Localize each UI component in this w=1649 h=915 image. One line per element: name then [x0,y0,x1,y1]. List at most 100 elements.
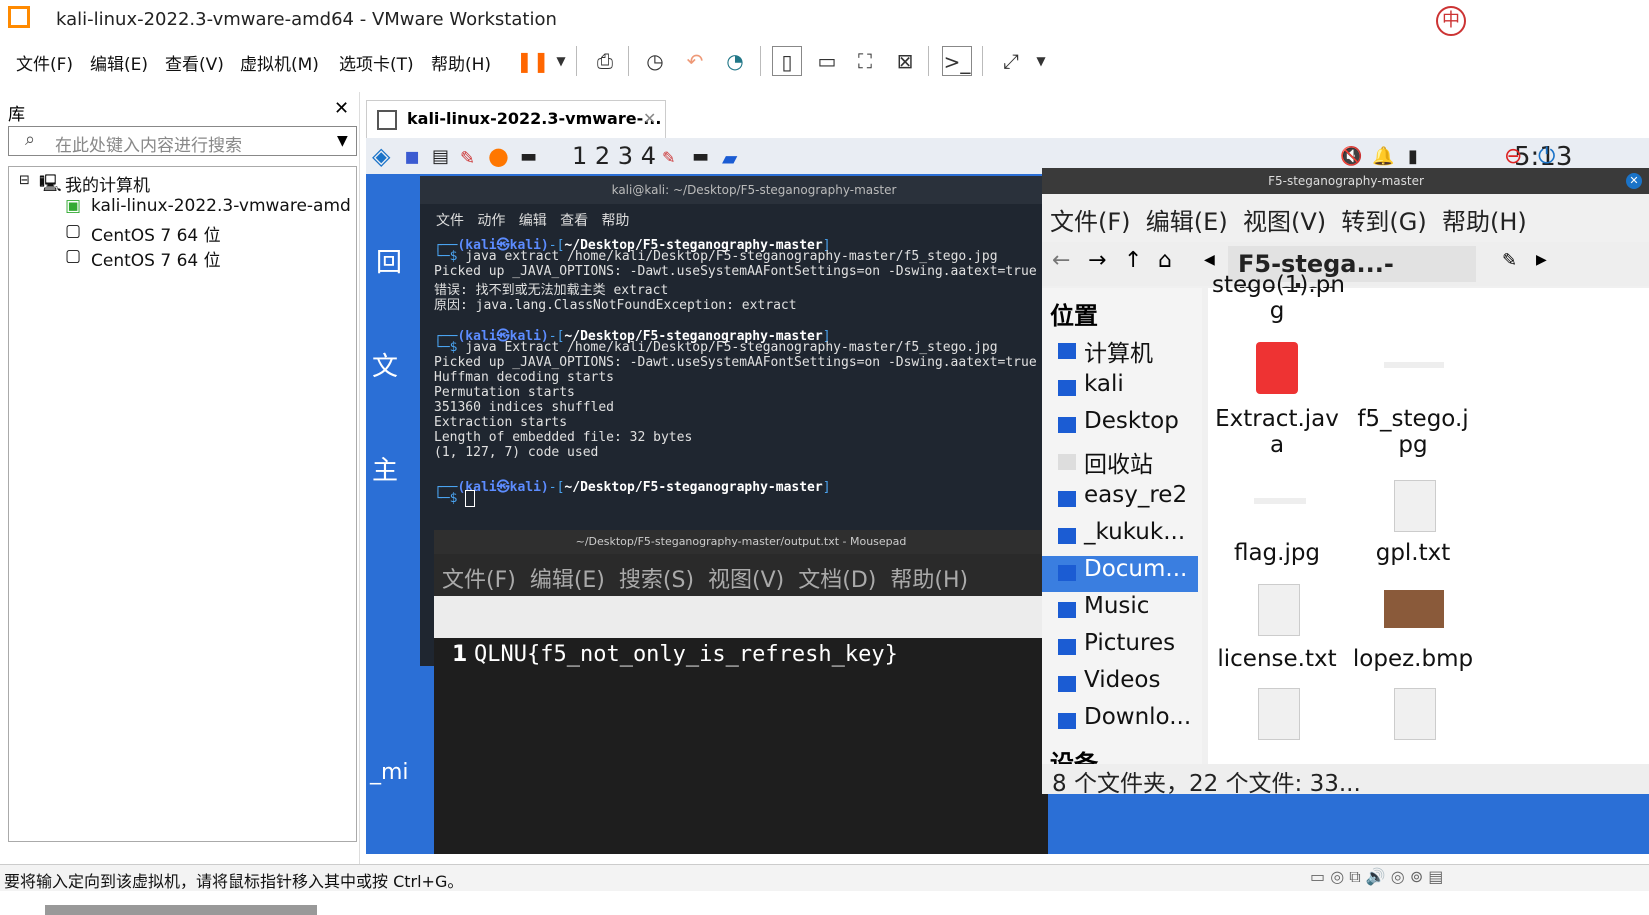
place-videos[interactable]: Videos [1042,667,1198,703]
chevron-right-icon[interactable]: ▶ [1536,252,1547,268]
chevron-down-icon[interactable]: ▼ [546,46,576,76]
revert-snapshot-icon[interactable]: ↶ [680,46,710,76]
image-thumbnail-icon[interactable] [1384,590,1444,628]
mousepad-menu-item[interactable]: 文件(F) [442,568,516,593]
text-file-icon[interactable] [1258,584,1300,636]
fm-menu-item[interactable]: 编辑(E) [1146,208,1228,236]
mousepad-menu-item[interactable]: 搜索(S) [619,568,694,593]
edit-path-icon[interactable]: ✎ [1502,250,1517,271]
mousepad-task-icon[interactable]: ✎ [662,148,675,167]
place-easy-re2[interactable]: easy_re2 [1042,482,1198,518]
forward-icon[interactable]: → [1088,248,1106,273]
close-icon[interactable]: ✕ [643,109,656,128]
guest-screen[interactable]: ◈ ▪ ▤ ✎ ● ▬ 1 2 3 4 ✎ ▬ ▰ 🔇 🔔 ▮ 5:13 ⊖ ⏻… [366,138,1649,854]
text-file-icon[interactable] [1394,688,1436,740]
tree-item-centos-1[interactable]: CentOS 7 64 位 [91,221,221,246]
home-icon[interactable]: ⌂ [1158,248,1172,273]
menu-vm[interactable]: 虚拟机(M) [240,50,319,75]
folder-task-icon[interactable]: ▰ [722,146,737,170]
file-item[interactable]: Extract.jav a [1212,406,1342,458]
ime-icon[interactable]: 中 [1436,6,1466,36]
bell-icon[interactable]: 🔔 [1372,146,1394,167]
menu-view[interactable]: 查看(V) [165,50,224,75]
place-documents[interactable]: Docum... [1042,556,1198,592]
close-icon[interactable]: ✕ [1626,173,1642,189]
image-thumbnail-icon[interactable] [1254,498,1306,504]
menu-file[interactable]: 文件(F) [16,50,73,75]
chevron-down-icon[interactable]: ▼ [337,133,348,149]
stretch-chevron-icon[interactable]: ▼ [1026,46,1056,76]
back-icon[interactable]: ← [1052,248,1070,273]
firefox-icon[interactable]: ● [488,142,509,170]
library-toggle-icon[interactable]: ▯ [772,46,802,76]
workspace-switcher[interactable]: 1 2 3 4 [572,142,656,170]
search-input[interactable]: ⌕ 在此处键入内容进行搜索 ▼ [8,126,357,156]
terminal-task-icon[interactable]: ▬ [692,146,709,167]
file-manager-icon[interactable]: ▤ [432,146,449,167]
horizontal-scrollbar[interactable] [45,905,317,915]
thumbnail-bar-icon[interactable]: ▭ [812,46,842,76]
fm-menu-item[interactable]: 文件(F) [1050,208,1131,236]
tree-item-kali[interactable]: kali-linux-2022.3-vmware-amd [91,196,353,216]
place-downloads[interactable]: Downlo... [1042,704,1198,740]
tree-item-my-computer[interactable]: 我的计算机 [65,171,150,196]
fullscreen-icon[interactable]: ⛶ [850,46,880,76]
up-icon[interactable]: ↑ [1124,248,1142,273]
tool-file-icon[interactable] [1258,688,1300,740]
mousepad-window[interactable]: ~/Desktop/F5-steganography-master/output… [434,530,1048,854]
terminal-menu-item[interactable]: 查看 [560,213,588,229]
snapshot-manager-icon[interactable]: ◔ [720,46,750,76]
fm-menu-item[interactable]: 视图(V) [1243,208,1326,236]
mousepad-menu-item[interactable]: 帮助(H) [890,568,968,593]
terminal-menu-item[interactable]: 帮助 [601,213,629,229]
text-editor-icon[interactable]: ✎ [460,148,475,169]
file-manager-window[interactable]: F5-steganography-master ✕ 文件(F) 编辑(E) 视图… [1042,168,1649,797]
stretch-icon[interactable]: ⤢ [996,46,1026,76]
fm-menu-item[interactable]: 转到(G) [1341,208,1426,236]
kali-menu-icon[interactable]: ◈ [372,142,390,170]
snapshot-icon[interactable]: ◷ [640,46,670,76]
desktop-label[interactable]: 文 [372,346,398,383]
java-file-icon[interactable] [1256,342,1298,394]
place-trash[interactable]: 回收站 [1042,445,1198,481]
unity-icon[interactable]: ⊠ [890,46,920,76]
file-item[interactable]: lopez.bmp [1348,646,1478,672]
tree-item-centos-2[interactable]: CentOS 7 64 位 [91,246,221,271]
terminal-menu-item[interactable]: 文件 [436,213,464,229]
file-item[interactable]: gpl.txt [1348,540,1478,566]
editor-text[interactable]: QLNU{f5_not_only_is_refresh_key} [474,642,898,667]
file-view[interactable]: stego(1).pn g Extract.jav a f5_stego.j p… [1208,272,1649,764]
collapse-icon[interactable]: ⊟ [19,173,30,188]
file-item[interactable]: f5_stego.j pg [1348,406,1478,458]
chevron-left-icon[interactable]: ◀ [1204,252,1215,268]
desktop-label[interactable]: _mi [370,760,409,785]
vm-tab[interactable]: kali-linux-2022.3-vmware-... ✕ [366,100,666,138]
lock-icon[interactable]: ⊖ [1504,144,1522,169]
fm-menu-item[interactable]: 帮助(H) [1442,208,1527,236]
image-thumbnail-icon[interactable] [1384,362,1444,368]
place-pictures[interactable]: Pictures [1042,630,1198,666]
close-icon[interactable]: ✕ [334,98,349,119]
terminal-menu-item[interactable]: 编辑 [519,213,547,229]
command-line[interactable]: └─$ [434,490,476,507]
mousepad-menu-item[interactable]: 视图(V) [708,568,784,593]
place-computer[interactable]: 计算机 [1042,334,1198,370]
place-desktop[interactable]: Desktop [1042,408,1198,444]
terminal-icon[interactable]: ▬ [520,146,537,167]
desktop-label[interactable]: 回 [376,242,402,279]
device-icons[interactable]: ▭ ◎ ⧉ 🔊 ◎ ⊚ ▤ [1310,867,1443,887]
mousepad-menu-item[interactable]: 文档(D) [798,568,876,593]
menu-tabs[interactable]: 选项卡(T) [339,50,414,75]
console-icon[interactable]: >_ [942,46,972,76]
power-icon[interactable]: ⏻ [1538,144,1555,169]
file-item[interactable]: flag.jpg [1212,540,1342,566]
editor-area[interactable]: 1 QLNU{f5_not_only_is_refresh_key} [434,638,1048,854]
desktop-label[interactable]: 主 [372,450,398,487]
battery-icon[interactable]: ▮ [1408,146,1418,167]
place-music[interactable]: Music [1042,593,1198,629]
pause-icon[interactable]: ❚❚ [516,46,550,76]
show-desktop-icon[interactable]: ▪ [404,142,420,170]
place-kukuk[interactable]: _kukuk... [1042,519,1198,555]
mousepad-menu-item[interactable]: 编辑(E) [530,568,605,593]
terminal-menu-item[interactable]: 动作 [477,213,505,229]
